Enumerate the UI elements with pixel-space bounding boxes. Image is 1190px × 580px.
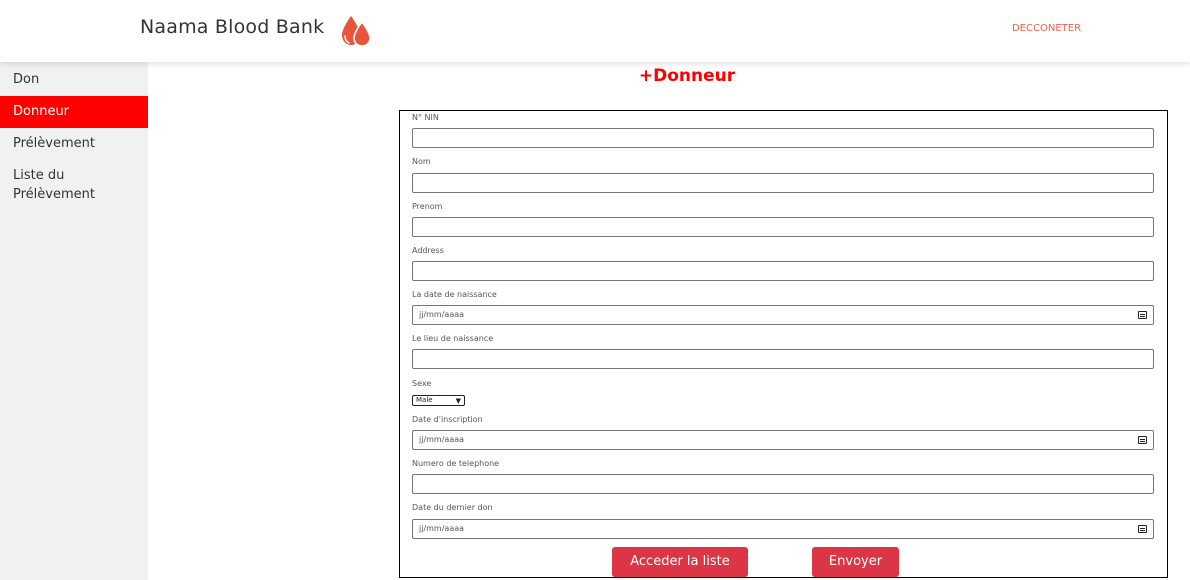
dernier-don-label: Date du dernier don (412, 503, 493, 512)
sidebar-item-donneur[interactable]: Donneur (0, 96, 148, 128)
address-input[interactable] (412, 261, 1154, 281)
acceder-liste-button[interactable]: Acceder la liste (612, 547, 748, 577)
date-naissance-placeholder: jj/mm/aaaa (419, 310, 465, 319)
nin-label: N° NIN (412, 113, 439, 122)
telephone-input[interactable] (412, 474, 1154, 494)
date-naissance-label: La date de naissance (412, 290, 497, 299)
date-naissance-input[interactable]: jj/mm/aaaa (412, 305, 1154, 325)
prenom-label: Prenom (412, 202, 443, 211)
prenom-input[interactable] (412, 217, 1154, 237)
envoyer-button[interactable]: Envoyer (812, 547, 899, 577)
sexe-label: Sexe (412, 379, 432, 388)
sidebar-item-don[interactable]: Don (0, 70, 148, 89)
calendar-icon[interactable] (1138, 311, 1147, 319)
blood-drops-icon (342, 16, 371, 47)
date-inscription-label: Date d'inscription (412, 415, 483, 424)
logout-link[interactable]: DECCONETER (1012, 23, 1081, 34)
telephone-label: Numero de telephone (412, 459, 500, 468)
brand-name: Naama Blood Bank (140, 16, 325, 38)
nin-input[interactable] (412, 128, 1154, 148)
chevron-down-icon: ▼ (455, 397, 461, 405)
app-header: Naama Blood Bank DECCONETER (0, 0, 1190, 62)
sidebar: Don Donneur Prélèvement Liste du Prélève… (0, 62, 148, 580)
donneur-form: N° NIN Nom Prenom Address La date de nai… (399, 110, 1168, 578)
calendar-icon[interactable] (1138, 525, 1147, 533)
lieu-naissance-label: Le lieu de naissance (412, 334, 494, 343)
page-title: +Donneur (638, 66, 736, 86)
nom-label: Nom (412, 157, 431, 166)
dernier-don-placeholder: jj/mm/aaaa (419, 524, 465, 533)
calendar-icon[interactable] (1138, 436, 1147, 444)
sidebar-item-prelevement[interactable]: Prélèvement (0, 134, 148, 153)
nom-input[interactable] (412, 173, 1154, 193)
date-inscription-placeholder: jj/mm/aaaa (419, 435, 465, 444)
address-label: Address (412, 246, 444, 255)
sidebar-item-liste-prelevement[interactable]: Liste du Prélèvement (0, 166, 120, 204)
lieu-naissance-input[interactable] (412, 349, 1154, 369)
date-inscription-input[interactable]: jj/mm/aaaa (412, 430, 1154, 450)
sexe-select[interactable]: Male ▼ (412, 395, 465, 406)
sexe-value: Male (416, 396, 433, 404)
dernier-don-input[interactable]: jj/mm/aaaa (412, 519, 1154, 539)
